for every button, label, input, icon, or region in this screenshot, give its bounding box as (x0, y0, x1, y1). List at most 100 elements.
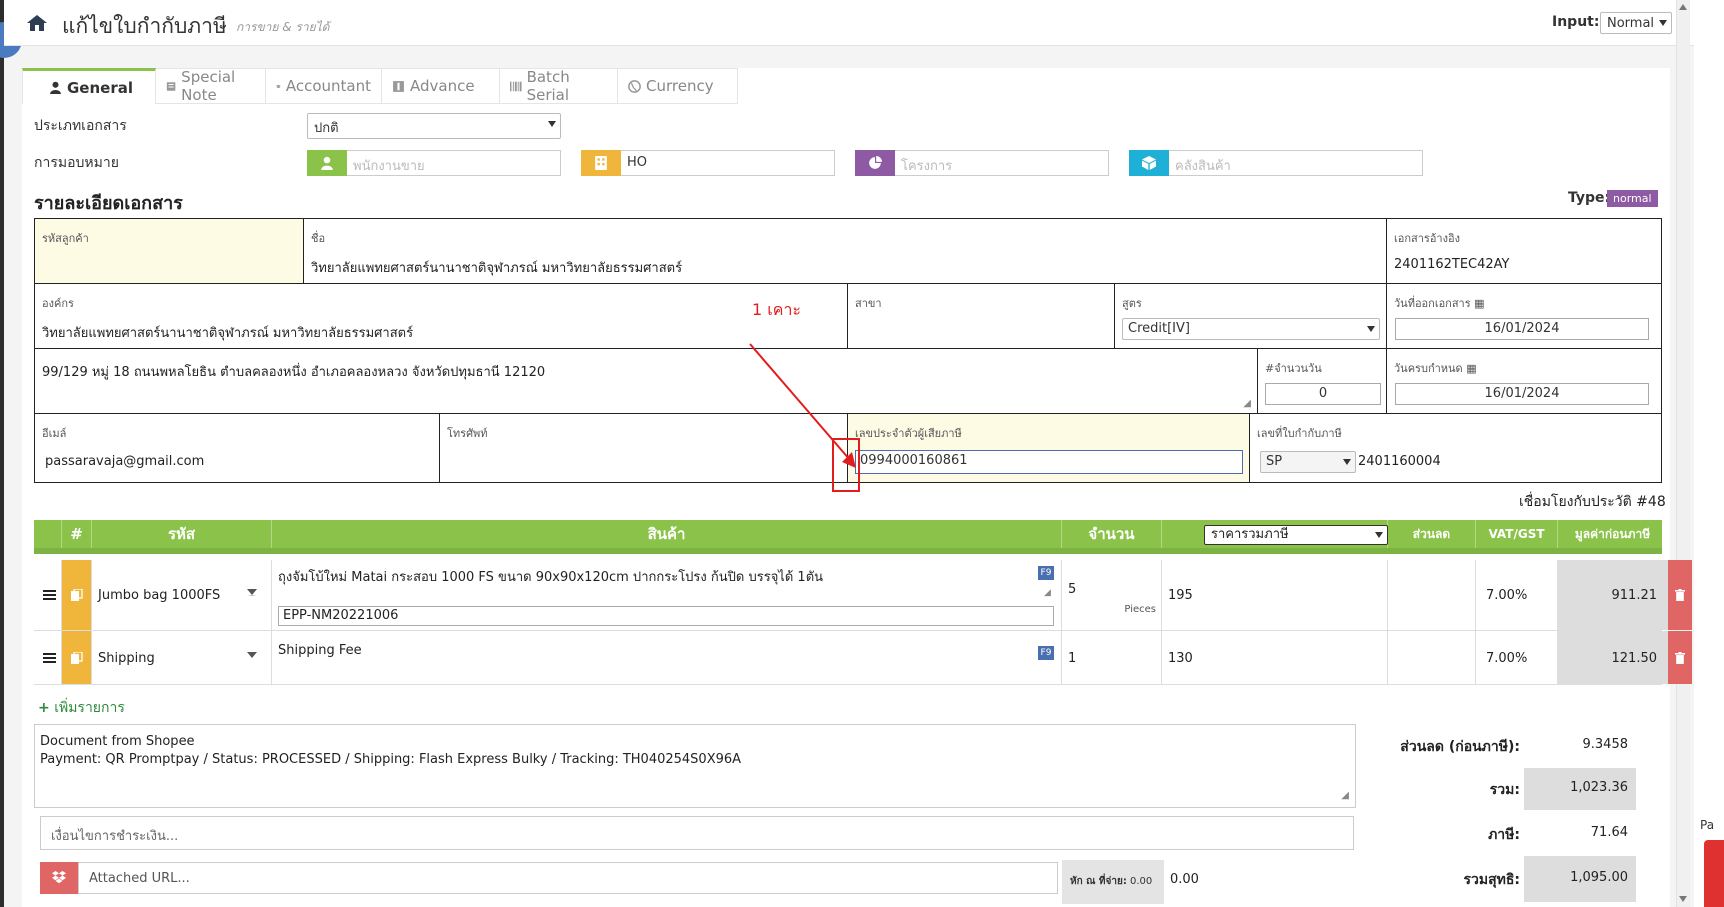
scroll-down-arrow-icon[interactable] (1679, 896, 1687, 902)
right-side-area (1694, 0, 1724, 907)
price-mode-select[interactable]: ราคารวมภาษี (1204, 525, 1388, 545)
dropbox-button[interactable] (40, 862, 78, 894)
drag-handle[interactable] (34, 560, 62, 630)
qty-cell[interactable]: 1 (1062, 631, 1162, 684)
product-cell[interactable]: Shipping Fee F9 (272, 631, 1062, 684)
branch-cell[interactable]: สาขา (847, 283, 1115, 349)
summary-tax-value: 71.64 (1590, 825, 1628, 840)
discount-cell[interactable] (1388, 631, 1476, 684)
tab-batch-serial[interactable]: Batch Serial (500, 68, 618, 104)
chevron-down-icon (1659, 20, 1667, 26)
copy-icon (71, 589, 83, 601)
delete-row-button[interactable] (1668, 560, 1692, 630)
price-cell[interactable]: 195 (1162, 560, 1388, 630)
vat-cell[interactable]: 7.00% (1476, 560, 1558, 630)
doc-type-select[interactable]: ปกติ (307, 113, 561, 139)
customer-code-cell[interactable]: รหัสลูกค้า (34, 218, 304, 284)
product-cell[interactable]: ถุงจัมโบ้ใหม่ Matai กระสอบ 1000 FS ขนาด … (272, 560, 1062, 630)
side-text: Pa (1700, 818, 1715, 832)
tax-id-cell: เลขประจำตัวผู้เสียภาษี 0994000160861 (847, 413, 1250, 483)
pie-chart-icon (869, 156, 882, 169)
code-cell[interactable]: Shipping (92, 631, 272, 684)
trash-icon (1675, 589, 1685, 601)
tab-advance[interactable]: Advance (382, 68, 500, 104)
withholding-tax-percent[interactable]: 0.00 (1130, 876, 1152, 887)
copy-button[interactable] (62, 560, 92, 630)
address-cell[interactable]: 99/129 หมู่ 18 ถนนพหลโยธิน ตำบลคลองหนึ่ง… (34, 348, 1258, 414)
email-value: passaravaja@gmail.com (45, 454, 205, 469)
notes-textarea[interactable]: Document from Shopee Payment: QR Promptp… (34, 724, 1356, 808)
vertical-scrollbar[interactable] (1676, 0, 1690, 907)
discount-cell[interactable] (1388, 560, 1476, 630)
f9-button[interactable]: F9 (1038, 566, 1054, 580)
hamburger-icon-line (43, 661, 56, 663)
warehouse-icon-box (1129, 150, 1169, 176)
code-cell[interactable]: Jumbo bag 1000FS (92, 560, 272, 630)
scroll-up-arrow-icon[interactable] (1679, 4, 1687, 10)
attached-url-input[interactable]: Attached URL... (78, 862, 1058, 894)
withholding-tax-box: หัก ณ ที่จ่าย: 0.00 (1062, 860, 1164, 904)
tax-id-input[interactable]: 0994000160861 (855, 450, 1243, 474)
history-link[interactable]: เชื่อมโยงกับประวัติ #48 (1519, 491, 1666, 513)
phone-cell[interactable]: โทรศัพท์ (439, 413, 848, 483)
hamburger-icon (43, 653, 56, 655)
cube-icon (1142, 156, 1156, 170)
due-date-label: วันครบกำหนด ▦ (1394, 362, 1477, 375)
invoice-prefix-select[interactable]: SP (1260, 451, 1356, 473)
branch-icon-box (581, 150, 621, 176)
amount-cell: 121.50 (1558, 631, 1668, 684)
formula-select[interactable]: Credit[IV] (1122, 318, 1380, 340)
resize-handle-icon[interactable]: ◢ (1044, 588, 1051, 598)
add-item-link[interactable]: + เพิ่มรายการ (38, 697, 125, 719)
ref-doc-cell[interactable]: เอกสารอ้างอิง 2401162TEC42AY (1386, 218, 1662, 284)
advance-icon (393, 80, 404, 92)
vat-cell[interactable]: 7.00% (1476, 631, 1558, 684)
type-badge: normal (1607, 190, 1658, 207)
payment-condition-input[interactable]: เงื่อนไขการชำระเงิน... (40, 816, 1354, 850)
ref-doc-value: 2401162TEC42AY (1394, 257, 1510, 272)
hamburger-icon (43, 590, 56, 592)
org-cell[interactable]: องค์กร วิทยาลัยแพทยศาสตร์นานาชาติจุฬาภรณ… (34, 283, 848, 349)
withholding-tax-value[interactable]: 0.00 (1170, 872, 1199, 887)
chevron-down-icon[interactable] (247, 589, 257, 596)
branch-group: HO (581, 150, 835, 176)
globe-icon (628, 79, 641, 93)
issue-date-input[interactable]: 16/01/2024 (1395, 318, 1649, 340)
due-date-input[interactable]: 16/01/2024 (1395, 383, 1649, 405)
project-input[interactable]: โครงการ (895, 150, 1109, 176)
barcode-icon (510, 81, 522, 91)
tab-currency[interactable]: Currency (618, 68, 738, 104)
resize-handle-icon[interactable]: ◢ (1341, 787, 1349, 805)
branch-input[interactable]: HO (621, 150, 835, 176)
note-icon (166, 81, 176, 91)
plus-icon: + (38, 700, 50, 716)
page-subtitle: การขาย & รายได้ (236, 20, 330, 34)
qty-cell[interactable]: 5 Pieces (1062, 560, 1162, 630)
tab-general[interactable]: General (22, 68, 156, 104)
home-icon[interactable] (26, 14, 48, 32)
summary-discount-label: ส่วนลด (ก่อนภาษี): (1400, 739, 1520, 755)
drag-handle[interactable] (34, 631, 62, 684)
salesperson-input[interactable]: พนักงานขาย (347, 150, 561, 176)
f9-button[interactable]: F9 (1038, 646, 1054, 660)
graduation-cap-icon (276, 84, 281, 88)
page-title: แก้ไขใบกำกับภาษี (62, 14, 227, 38)
tab-accountant[interactable]: Accountant (266, 68, 382, 104)
price-cell[interactable]: 130 (1162, 631, 1388, 684)
warehouse-input[interactable]: คลังสินค้า (1169, 150, 1423, 176)
doc-type-label: ประเภทเอกสาร (34, 118, 127, 134)
name-cell[interactable]: ชื่อ วิทยาลัยแพทยศาสตร์นานาชาติจุฬาภรณ์ … (303, 218, 1387, 284)
days-input[interactable]: 0 (1265, 383, 1381, 405)
chevron-down-icon[interactable] (247, 652, 257, 658)
input-mode-select[interactable]: Normal (1600, 12, 1672, 34)
copy-button[interactable] (62, 631, 92, 684)
annotation-text: 1 เคาะ (752, 300, 802, 319)
side-red-button[interactable] (1704, 840, 1724, 907)
col-drag (34, 520, 62, 548)
amount-cell: 911.21 (1558, 560, 1668, 630)
email-cell[interactable]: อีเมล์ passaravaja@gmail.com (34, 413, 440, 483)
delete-row-button[interactable] (1668, 631, 1692, 684)
serial-input[interactable]: EPP-NM20221006 (278, 606, 1054, 626)
tab-special-note[interactable]: Special Note (156, 68, 266, 104)
resize-handle-icon[interactable]: ◢ (1243, 398, 1251, 409)
